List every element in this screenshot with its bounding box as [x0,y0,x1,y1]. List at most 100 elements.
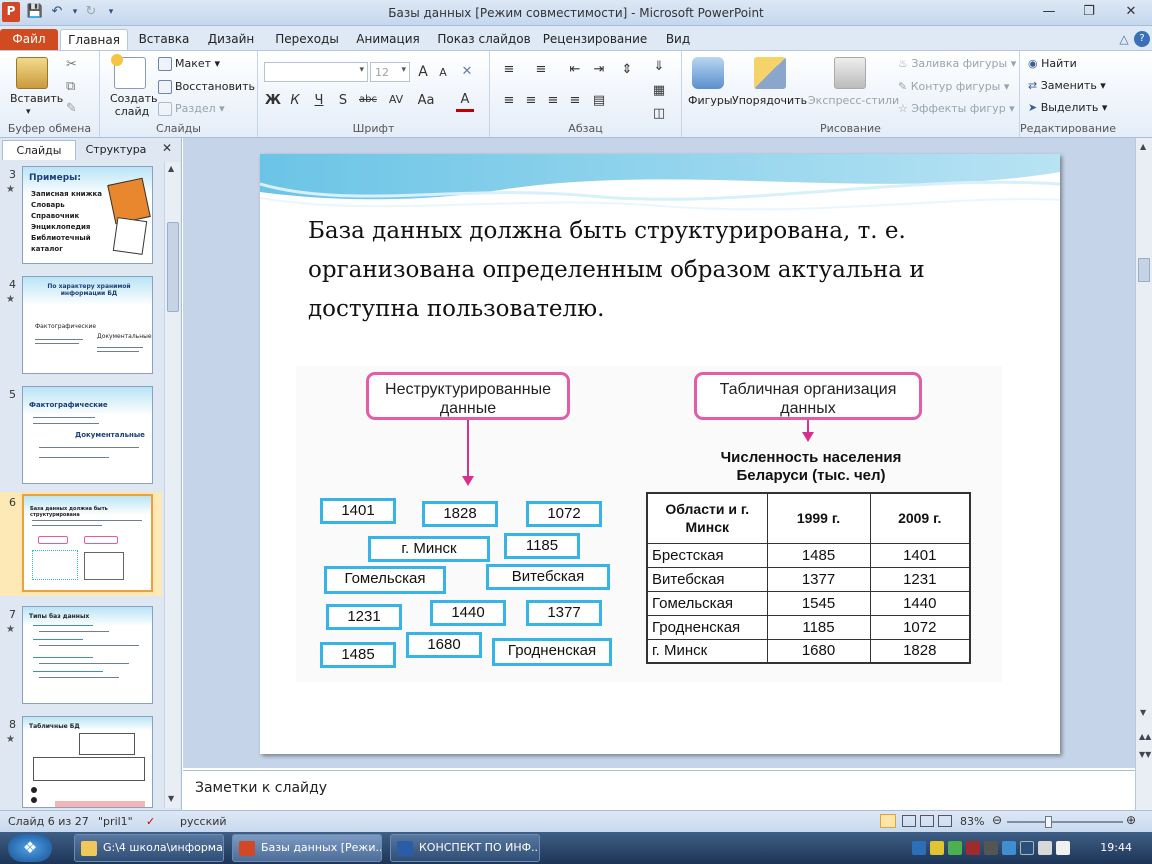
normal-view-icon[interactable] [880,814,896,828]
align-center-icon[interactable]: ≡ [522,93,540,108]
tab-slideshow[interactable]: Показ слайдов [436,29,532,50]
start-button[interactable]: ❖ [8,834,52,862]
zoom-slider-thumb[interactable] [1045,816,1052,828]
volume-icon[interactable] [1038,841,1052,855]
italic-button[interactable]: К [286,93,304,108]
tab-file[interactable]: Файл [0,29,58,50]
cut-icon[interactable]: ✂ [66,57,77,72]
previous-slide-icon[interactable]: ▲▲ [1139,732,1151,741]
spellcheck-icon[interactable]: ✓ [146,815,155,828]
scroll-down-icon[interactable]: ▼ [1140,708,1146,717]
char-spacing-button[interactable]: AV [384,93,408,106]
tray-app-icon[interactable] [966,841,980,855]
editor-scroll-thumb[interactable] [1138,258,1150,282]
quick-styles-icon[interactable] [834,57,866,89]
layout-button[interactable]: Макет ▾ [158,57,220,71]
language-indicator[interactable]: русский [180,815,227,828]
tab-outline[interactable]: Структура [76,140,156,160]
shape-effects-button[interactable]: ☆ Эффекты фигур ▾ [898,102,1015,115]
zoom-slider[interactable] [1007,821,1123,823]
underline-button[interactable]: Ч [310,93,328,108]
scroll-down-icon[interactable]: ▼ [168,794,174,803]
change-case-button[interactable]: Aa [414,93,438,108]
tab-insert[interactable]: Вставка [136,29,192,50]
close-panel-icon[interactable]: ✕ [162,141,172,155]
replace-button[interactable]: ⇄ Заменить ▾ [1028,79,1106,92]
reset-button[interactable]: Восстановить [158,80,255,94]
taskbar-item-powerpoint[interactable]: Базы данных [Режи... [232,834,382,862]
arrange-button[interactable]: Упорядочить [732,94,807,107]
slide-canvas[interactable]: База данных должна быть структурирована,… [260,154,1060,754]
maximize-button[interactable]: ❐ [1076,3,1102,21]
zoom-out-icon[interactable]: ⊖ [992,813,1002,827]
font-color-button[interactable]: A [456,92,474,112]
network-icon[interactable] [1020,841,1034,855]
zoom-in-icon[interactable]: ⊕ [1126,813,1136,827]
minimize-ribbon-icon[interactable]: △ [1116,29,1132,50]
select-button[interactable]: ➤ Выделить ▾ [1028,101,1107,114]
shadow-button[interactable]: S [334,93,352,108]
align-text-icon[interactable]: ▦ [650,83,668,98]
new-slide-icon[interactable] [111,54,146,89]
reading-view-icon[interactable] [920,815,934,827]
paste-icon[interactable] [16,57,48,89]
section-button[interactable]: Раздел ▾ [158,102,225,116]
text-direction-icon[interactable]: ⇓ [650,59,668,74]
flag-icon[interactable] [1056,841,1070,855]
notes-pane[interactable]: Заметки к слайду [183,770,1135,810]
increase-indent-icon[interactable]: ⇥ [590,62,608,77]
editor-scrollbar[interactable]: ▲ ▼ ▲▲ ▼▼ [1135,138,1152,810]
scroll-up-icon[interactable]: ▲ [1140,142,1146,151]
slideshow-view-icon[interactable] [938,815,952,827]
tab-slides[interactable]: Слайды [2,140,76,160]
paste-button[interactable]: Вставить [10,92,63,105]
tab-home[interactable]: Главная [60,29,128,50]
font-name-combobox[interactable]: ▾ [264,62,368,82]
tab-transitions[interactable]: Переходы [272,29,342,50]
strikethrough-button[interactable]: abc [356,94,380,105]
arrange-icon[interactable] [754,57,786,89]
quick-styles-button[interactable]: Экспресс-стили [808,94,899,107]
shape-fill-button[interactable]: ♨ Заливка фигуры ▾ [898,57,1016,70]
justify-icon[interactable]: ≡ [566,93,584,108]
columns-icon[interactable]: ▤ [590,93,608,108]
align-left-icon[interactable]: ≡ [500,93,518,108]
close-window-button[interactable]: ✕ [1118,3,1144,21]
panel-scrollbar[interactable]: ▲ ▼ [164,162,180,808]
scroll-up-icon[interactable]: ▲ [168,164,174,173]
line-spacing-icon[interactable]: ⇕ [618,62,636,77]
tab-animation[interactable]: Анимация [352,29,424,50]
new-slide-button[interactable]: Создать слайд [110,92,158,118]
tab-review[interactable]: Рецензирование [542,29,648,50]
tray-app-icon[interactable] [948,841,962,855]
theme-name[interactable]: "pril1" [98,815,133,828]
font-size-combobox[interactable]: 12 ▾ [370,62,410,82]
clear-format-icon[interactable]: ✕ [458,64,476,79]
minimize-button[interactable]: — [1036,3,1062,21]
paste-dropdown-icon[interactable]: ▾ [26,107,31,117]
taskbar-item-word[interactable]: КОНСПЕКТ ПО ИНФ... [390,834,540,862]
numbering-icon[interactable]: ≡ [532,62,550,77]
zoom-level[interactable]: 83% [960,815,984,828]
find-button[interactable]: ◉ Найти [1028,57,1077,70]
clock[interactable]: 19:44 [1100,841,1132,854]
help-icon[interactable]: ? [1134,31,1150,47]
grow-font-button[interactable]: A [414,64,432,80]
tab-view[interactable]: Вид [660,29,696,50]
tray-app-icon[interactable] [1002,841,1016,855]
decrease-indent-icon[interactable]: ⇤ [566,62,584,77]
bold-button[interactable]: Ж [264,93,282,108]
copy-icon[interactable]: ⧉ [66,79,75,94]
tray-app-icon[interactable] [984,841,998,855]
format-painter-icon[interactable]: ✎ [66,101,77,116]
antivirus-icon[interactable] [930,841,944,855]
slide-body-text[interactable]: База данных должна быть структурирована,… [308,212,1028,329]
slide-sorter-view-icon[interactable] [902,815,916,827]
taskbar-item-explorer[interactable]: G:\4 школа\информа... [74,834,224,862]
shape-outline-button[interactable]: ✎ Контур фигуры ▾ [898,80,1009,93]
shrink-font-button[interactable]: A [434,66,452,79]
next-slide-icon[interactable]: ▼▼ [1139,750,1151,759]
tab-design[interactable]: Дизайн [204,29,258,50]
panel-scroll-thumb[interactable] [167,222,179,312]
align-right-icon[interactable]: ≡ [544,93,562,108]
